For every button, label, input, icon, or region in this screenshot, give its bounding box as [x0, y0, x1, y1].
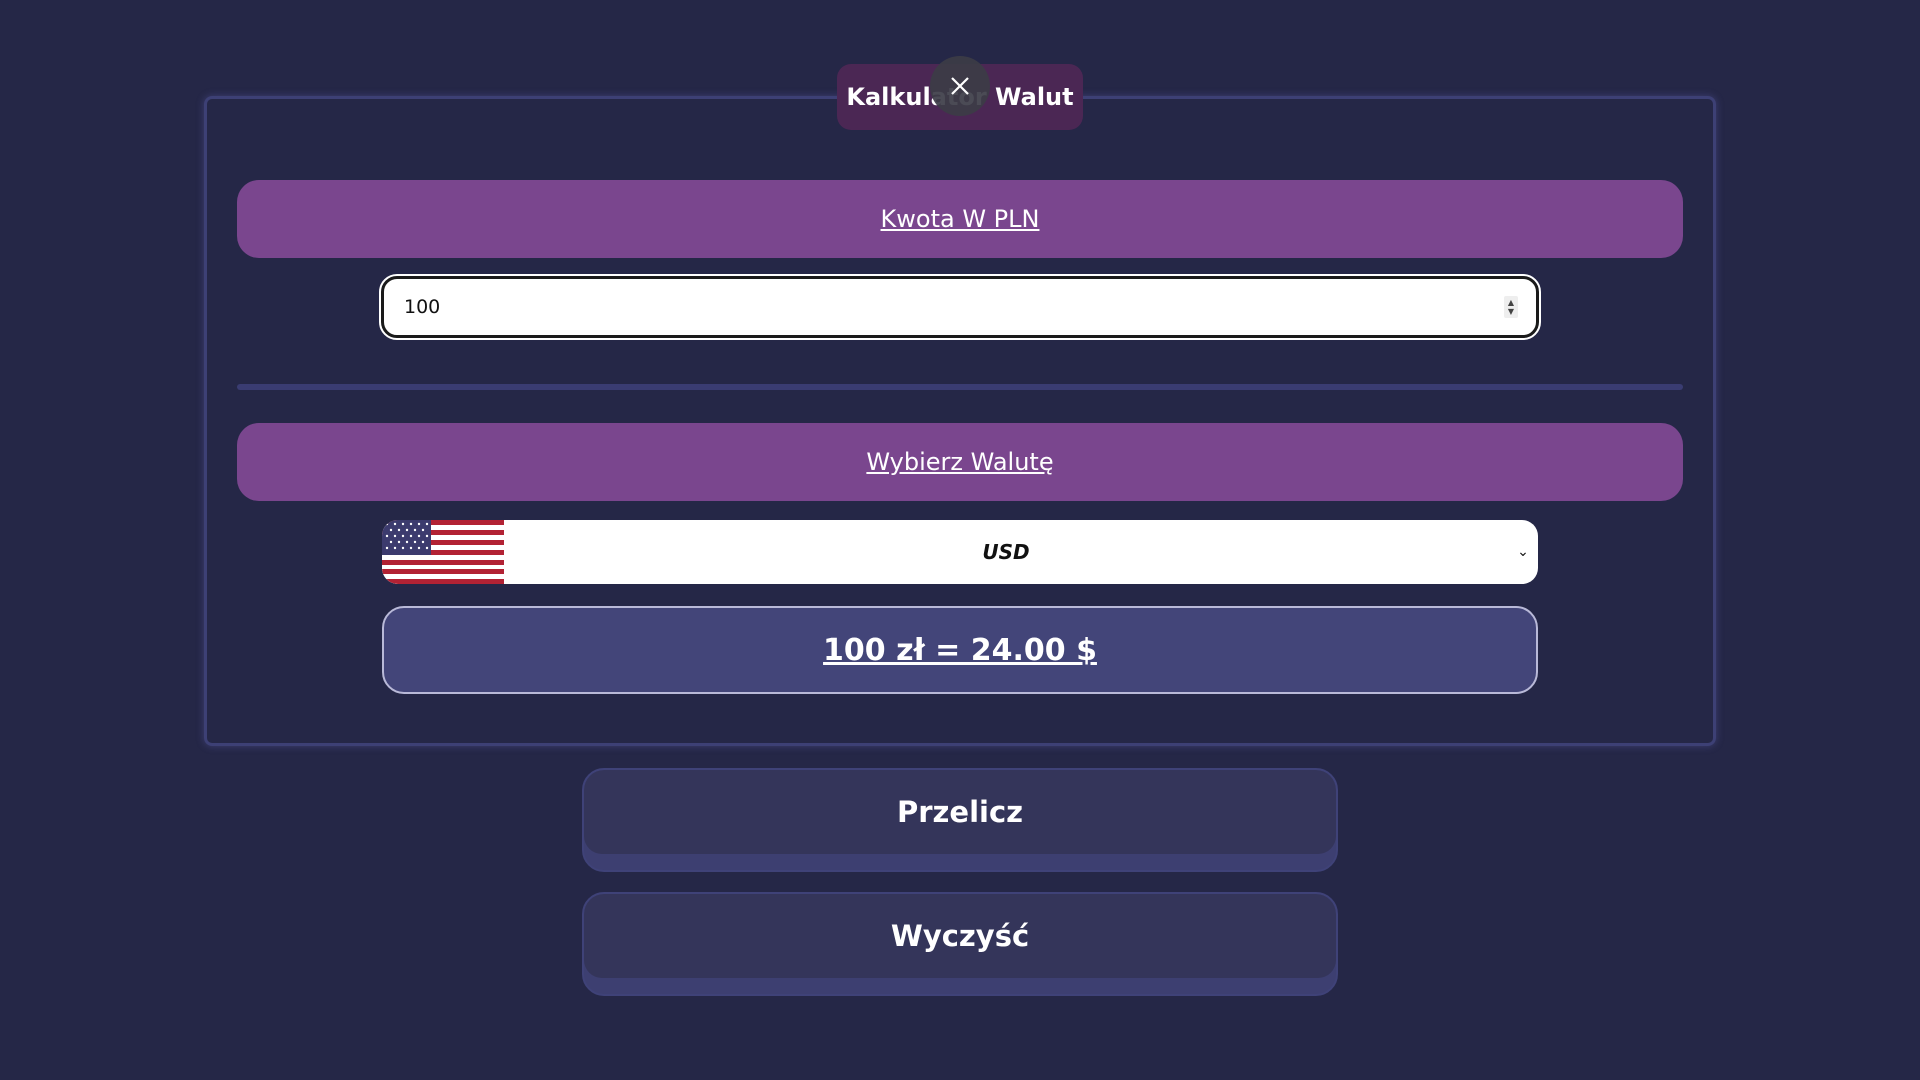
- clear-button-label: Wyczyść: [890, 919, 1030, 953]
- currency-header: Wybierz Walutę: [237, 423, 1683, 501]
- section-divider: [237, 384, 1683, 390]
- amount-field[interactable]: ▲ ▼: [379, 274, 1541, 340]
- convert-button-face[interactable]: Przelicz: [584, 770, 1336, 854]
- amount-header: Kwota W PLN: [237, 180, 1683, 258]
- result-text: 100 zł = 24.00 $: [823, 632, 1097, 668]
- selected-currency[interactable]: USD: [504, 540, 1508, 564]
- clear-button[interactable]: Wyczyść: [582, 892, 1338, 996]
- currency-header-label: Wybierz Walutę: [866, 448, 1054, 476]
- amount-header-label: Kwota W PLN: [880, 205, 1040, 233]
- us-flag-icon: [382, 520, 504, 584]
- clear-button-face[interactable]: Wyczyść: [584, 894, 1336, 978]
- convert-button[interactable]: Przelicz: [582, 768, 1338, 872]
- amount-input[interactable]: [402, 295, 1504, 319]
- close-button[interactable]: [930, 56, 990, 116]
- currency-select[interactable]: USD ⌄: [382, 520, 1538, 584]
- chevron-down-icon[interactable]: ⌄: [1508, 544, 1538, 560]
- spinner-up-icon[interactable]: ▲: [1508, 298, 1514, 307]
- number-spinner[interactable]: ▲ ▼: [1504, 296, 1518, 318]
- close-icon: [951, 77, 969, 95]
- convert-button-label: Przelicz: [896, 795, 1024, 829]
- spinner-down-icon[interactable]: ▼: [1508, 307, 1514, 316]
- conversion-result: 100 zł = 24.00 $: [382, 606, 1538, 694]
